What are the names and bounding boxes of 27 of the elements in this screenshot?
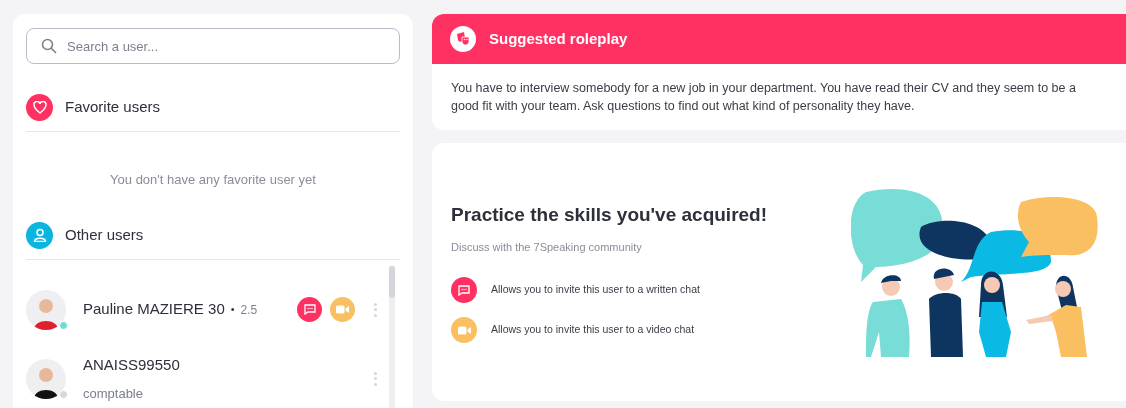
user-rating: 2.5 — [240, 301, 258, 319]
chat-icon — [458, 284, 470, 296]
avatar — [26, 358, 66, 399]
section-title: Favorite users — [65, 97, 161, 118]
user-name[interactable]: Pauline MAZIERE 30 — [83, 298, 225, 321]
empty-message: You don't have any favorite user yet — [110, 171, 316, 189]
video-camera-icon — [336, 305, 349, 314]
legend-text: Allows you to invite this user to a written chat — [491, 282, 700, 298]
video-camera-icon — [457, 325, 471, 335]
card-subtitle: Discuss with the 7Speaking community — [451, 239, 643, 255]
masks-icon — [450, 26, 476, 52]
scrollbar[interactable] — [389, 265, 395, 408]
search-field[interactable]: Search a user... — [26, 28, 400, 64]
user-role: comptable — [83, 385, 144, 403]
avatar — [26, 289, 66, 330]
user-name[interactable]: ANAISS99550 — [83, 353, 180, 376]
separator-dot: • — [230, 302, 235, 318]
chat-button[interactable] — [297, 297, 322, 322]
card-title: Practice the skills you've acquired! — [451, 203, 768, 227]
video-call-button[interactable] — [330, 297, 355, 322]
roleplay-description: You have to interview somebody for a new job in your department. You have read their CV and they seem to be a good fit with your team. Ask questions to find out what kind of personality they have. — [450, 80, 1077, 115]
card-title: Suggested roleplay — [489, 28, 628, 49]
section-title: Other users — [65, 224, 144, 245]
person-icon — [26, 221, 53, 249]
chat-icon — [303, 304, 316, 315]
legend-text: Allows you to invite this user to a video chat — [491, 322, 695, 338]
search-icon — [41, 38, 57, 54]
